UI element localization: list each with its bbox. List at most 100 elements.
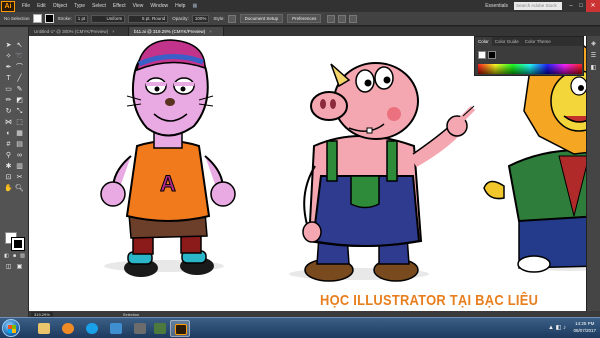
- taskbar-app-5[interactable]: [130, 320, 150, 337]
- tab-color-guide[interactable]: Color Guide: [492, 39, 522, 44]
- blend-tool-icon[interactable]: ∞: [15, 151, 24, 160]
- pig-character-illustration: [289, 62, 476, 282]
- zoom-tool-icon[interactable]: 🔍︎: [15, 184, 24, 193]
- magic-wand-tool-icon[interactable]: ✧: [4, 52, 13, 61]
- width-tool-icon[interactable]: ⋈: [4, 118, 13, 127]
- close-tab-icon[interactable]: ×: [112, 29, 115, 34]
- arrange-documents-icon[interactable]: [327, 14, 336, 23]
- panel-menu-icon[interactable]: [349, 14, 358, 23]
- maximize-button[interactable]: □: [576, 0, 586, 12]
- gradient-tool-icon[interactable]: ▤: [15, 140, 24, 149]
- folder-icon: [38, 323, 50, 334]
- fill-swatch[interactable]: [32, 14, 42, 23]
- document-tabs: Untitled-1* @ 300% (CMYK/Preview) × b11.a…: [29, 27, 600, 36]
- gradient-mode-icon[interactable]: ▨: [18, 252, 27, 261]
- align-icon[interactable]: [338, 14, 347, 23]
- taskbar-media[interactable]: [58, 320, 78, 337]
- tab-color-theme[interactable]: Color Theme: [522, 39, 554, 44]
- tab-color[interactable]: Color: [475, 37, 492, 46]
- menu-view[interactable]: View: [133, 3, 144, 9]
- free-transform-tool-icon[interactable]: ⬚: [15, 118, 24, 127]
- menu-help[interactable]: Help: [175, 3, 185, 9]
- fill-stroke-control[interactable]: [5, 232, 25, 251]
- menu-type[interactable]: Type: [74, 3, 85, 9]
- taskbar-browser[interactable]: [106, 320, 126, 337]
- brush-definition[interactable]: 5 pt. Round: [128, 14, 169, 23]
- graphic-style-picker[interactable]: [227, 14, 236, 23]
- menu-edit[interactable]: Edit: [37, 3, 46, 9]
- app-icon: [134, 323, 146, 334]
- bridge-icon[interactable]: ▦: [192, 3, 197, 9]
- taskbar-skype[interactable]: [82, 320, 102, 337]
- layers-panel-icon[interactable]: ◧: [589, 64, 598, 73]
- artboard-tool-icon[interactable]: ⊡: [4, 173, 13, 182]
- stroke-color-swatch[interactable]: [488, 51, 496, 59]
- shape-builder-tool-icon[interactable]: ◐: [4, 129, 13, 138]
- stroke-color-box[interactable]: [11, 237, 25, 251]
- graph-tool-icon[interactable]: ▥: [15, 162, 24, 171]
- stock-search-input[interactable]: Search Adobe Stock: [514, 2, 562, 10]
- pen-tool-icon[interactable]: ✒: [4, 63, 13, 72]
- clock[interactable]: 14:25 PM 08/07/2017: [573, 320, 596, 334]
- cartoon-artwork: A: [100, 39, 600, 282]
- mesh-tool-icon[interactable]: #: [4, 140, 13, 149]
- scale-tool-icon[interactable]: ⤡: [15, 107, 24, 116]
- media-player-icon: [62, 323, 74, 334]
- color-panel: Color Color Guide Color Theme: [474, 36, 584, 76]
- eyedropper-tool-icon[interactable]: ⚲: [4, 151, 13, 160]
- type-tool-icon[interactable]: T: [4, 74, 13, 83]
- workspace-switcher[interactable]: Essentials: [485, 3, 508, 9]
- tools-panel: ➤ ↖ ✧ ➰ ✒ ⌒ T ╱ ▭ ✎ ✏ ◩ ↻ ⤡ ⋈ ⬚ ◐ ▦ # ▤ …: [0, 27, 29, 317]
- properties-panel-icon[interactable]: ☰: [589, 52, 598, 61]
- close-button[interactable]: ✕: [586, 0, 600, 12]
- fill-color-swatch[interactable]: [478, 51, 486, 59]
- direct-selection-tool-icon[interactable]: ↖: [15, 41, 24, 50]
- pencil-tool-icon[interactable]: ✏: [4, 96, 13, 105]
- taskbar-app-6[interactable]: [150, 320, 170, 337]
- selection-tool-icon[interactable]: ➤: [4, 41, 13, 50]
- symbol-sprayer-tool-icon[interactable]: ✱: [4, 162, 13, 171]
- artboard-canvas[interactable]: A: [29, 36, 600, 311]
- menu-window[interactable]: Window: [150, 3, 168, 9]
- opacity-field[interactable]: 100%: [191, 14, 210, 23]
- start-button[interactable]: [2, 319, 20, 337]
- menu-file[interactable]: File: [22, 3, 30, 9]
- hand-tool-icon[interactable]: ✋: [4, 184, 13, 193]
- color-panel-icon[interactable]: ◈: [589, 40, 598, 49]
- variable-width-profile[interactable]: Uniform: [91, 14, 126, 23]
- preferences-button[interactable]: Preferences: [287, 14, 322, 23]
- minimize-button[interactable]: –: [566, 0, 576, 12]
- stroke-weight-field[interactable]: 1 pt: [74, 14, 89, 23]
- tab-b11[interactable]: b11.ai @ 319.29% (CMYK/Preview) ×: [129, 27, 224, 36]
- close-tab-icon[interactable]: ×: [209, 29, 212, 34]
- color-spectrum-bar[interactable]: [478, 64, 582, 74]
- screen-mode-icon[interactable]: ▣: [15, 263, 24, 272]
- lion-character-illustration: [483, 44, 600, 273]
- perspective-grid-tool-icon[interactable]: ▦: [15, 129, 24, 138]
- line-tool-icon[interactable]: ╱: [15, 74, 24, 83]
- draw-mode-icon[interactable]: ◫: [4, 263, 13, 272]
- browser-icon: [110, 323, 122, 334]
- rectangle-tool-icon[interactable]: ▭: [4, 85, 13, 94]
- menu-bar: Ai File Edit Object Type Select Effect V…: [0, 0, 600, 12]
- system-tray-icons[interactable]: ▲ ◧ ♪: [548, 324, 566, 331]
- slice-tool-icon[interactable]: ✂: [15, 173, 24, 182]
- windows-taskbar: ▲ ◧ ♪ 14:25 PM 08/07/2017: [0, 317, 600, 338]
- current-tool-status: Selection: [122, 311, 140, 317]
- taskbar-explorer[interactable]: [34, 320, 54, 337]
- tab-untitled-1[interactable]: Untitled-1* @ 300% (CMYK/Preview) ×: [29, 27, 129, 36]
- eraser-tool-icon[interactable]: ◩: [15, 96, 24, 105]
- document-setup-button[interactable]: Document Setup: [239, 14, 284, 23]
- paintbrush-tool-icon[interactable]: ✎: [15, 85, 24, 94]
- stroke-swatch[interactable]: [44, 14, 54, 23]
- taskbar-illustrator[interactable]: [170, 320, 190, 337]
- menu-object[interactable]: Object: [53, 3, 67, 9]
- selection-status: No Selection: [4, 16, 30, 21]
- rotate-tool-icon[interactable]: ↻: [4, 107, 13, 116]
- menu-select[interactable]: Select: [92, 3, 106, 9]
- curvature-tool-icon[interactable]: ⌒: [15, 63, 24, 72]
- lasso-tool-icon[interactable]: ➰: [15, 52, 24, 61]
- zoom-level-field[interactable]: 319.29%: [31, 311, 53, 317]
- menu-effect[interactable]: Effect: [113, 3, 126, 9]
- clock-time: 14:25 PM: [575, 321, 595, 326]
